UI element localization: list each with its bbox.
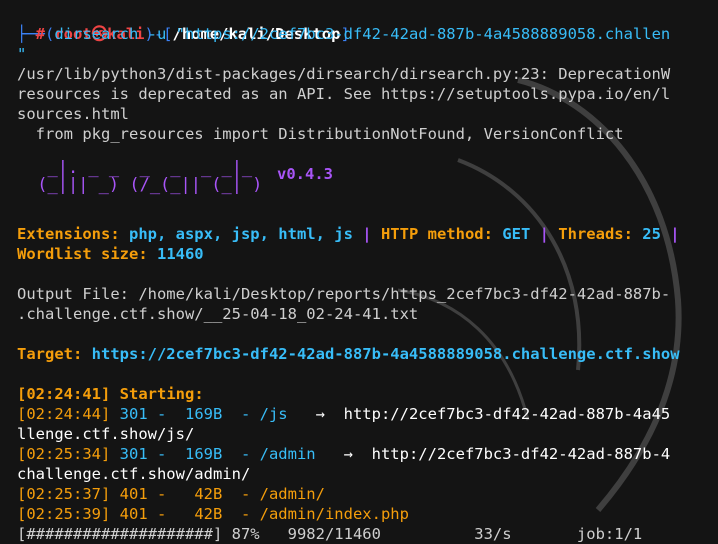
target-line: Target: https://2cef7bc3-df42-42ad-887b-…: [17, 344, 680, 364]
dirsearch-logo: _|. _ _ _ _ _ _|_ (_||| _) (/_(_|| (_| ): [37, 158, 263, 195]
config-line: Extensions: php, aspx, jsp, html, js | H…: [17, 224, 680, 244]
starting-label: Starting:: [110, 385, 204, 403]
warning-line-4: from pkg_resources import DistributionNo…: [17, 125, 624, 143]
result-redirect-cont: challenge.ctf.show/admin/: [17, 465, 251, 483]
result-time: [02:24:44]: [17, 405, 111, 423]
starting-line: [02:24:41] Starting:: [17, 384, 204, 404]
result-row: [02:25:39] 401 - 42B - /admin/index.php: [17, 504, 409, 524]
result-redirect[interactable]: → http://2cef7bc3-df42-42ad-887b-4: [334, 445, 671, 463]
result-body: 301 - 169B - /admin: [110, 445, 335, 463]
result-row: [02:25:37] 401 - 42B - /admin/: [17, 484, 325, 504]
pipe-separator: |: [352, 225, 381, 243]
progress-line: [####################] 87% 9982/11460 33…: [17, 525, 643, 543]
target-url[interactable]: https://2cef7bc3-df42-42ad-887b-4a458888…: [92, 345, 680, 363]
extensions-value: php, aspx, jsp, html, js: [128, 225, 353, 243]
warning-line-3: sources.html: [17, 105, 129, 123]
result-time: [02:25:34]: [17, 445, 111, 463]
terminal-window[interactable]: ┌──(root㉿kali)-[/home/kali/Desktop] └─# …: [0, 0, 718, 543]
result-body: 301 - 169B - /js: [110, 405, 307, 423]
prompt-hash: #: [35, 25, 46, 43]
pipe-separator: |: [530, 225, 559, 243]
extensions-label: Extensions:: [17, 225, 129, 243]
result-redirect-cont: llenge.ctf.show/js/: [17, 425, 195, 443]
warning-line-1: /usr/lib/python3/dist-packages/dirsearch…: [17, 65, 671, 83]
result-body: 401 - 42B - /admin/index.php: [110, 505, 409, 523]
result-row: [02:24:44] 301 - 169B - /js → http://2ce…: [17, 404, 670, 424]
wordlist-line: Wordlist size: 11460: [17, 244, 204, 264]
prompt-line2-prefix: └─: [17, 25, 36, 43]
threads-label: Threads:: [558, 225, 643, 243]
method-value: GET: [502, 225, 531, 243]
warning-line-2: resources is deprecated as an API. See h…: [17, 85, 671, 103]
result-time: [02:25:37]: [17, 485, 111, 503]
version-label: v0.4.3: [277, 165, 333, 183]
result-time: [02:25:39]: [17, 505, 111, 523]
output-file-line-2: .challenge.ctf.show/__25-04-18_02-24-41.…: [17, 305, 419, 323]
prompt-line: ┌──(root㉿kali)-[/home/kali/Desktop]: [17, 4, 350, 43]
starting-time: [02:24:41]: [17, 385, 111, 403]
pipe-separator: |: [660, 225, 680, 243]
result-redirect[interactable]: → http://2cef7bc3-df42-42ad-887b-4a45: [306, 405, 671, 423]
target-label: Target:: [17, 345, 92, 363]
command-text: dirsearch -u "https://2cef7bc3-df42-42ad…: [45, 25, 671, 43]
wordlist-value: 11460: [156, 245, 204, 263]
command-line: └─# dirsearch -u "https://2cef7bc3-df42-…: [17, 24, 670, 44]
output-file-line-1: Output File: /home/kali/Desktop/reports/…: [17, 285, 671, 303]
method-label: HTTP method:: [380, 225, 503, 243]
command-wrap-quote: ": [17, 45, 27, 63]
threads-value: 25: [642, 225, 661, 243]
result-body: 401 - 42B - /admin/: [110, 485, 325, 503]
wordlist-label: Wordlist size:: [17, 245, 157, 263]
result-row: [02:25:34] 301 - 169B - /admin → http://…: [17, 444, 670, 464]
